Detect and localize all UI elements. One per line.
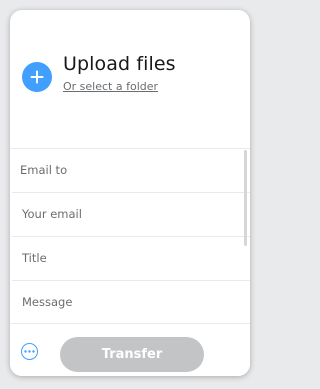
footer-bar: Transfer — [10, 323, 250, 376]
add-files-button[interactable] — [22, 62, 52, 92]
select-folder-link[interactable]: Or select a folder — [63, 80, 158, 93]
message-row — [12, 280, 250, 324]
transfer-panel: Upload files Or select a folder Transfer — [10, 10, 250, 376]
plus-icon — [30, 70, 44, 84]
message-input[interactable] — [22, 281, 232, 323]
upload-files-title: Upload files — [63, 53, 176, 75]
more-options-button[interactable] — [21, 343, 38, 360]
your-email-input[interactable] — [22, 193, 232, 235]
upload-area[interactable]: Upload files Or select a folder — [10, 10, 250, 148]
email-to-input[interactable] — [20, 149, 230, 191]
title-row — [12, 236, 250, 280]
transfer-button[interactable]: Transfer — [60, 337, 204, 372]
your-email-row — [12, 192, 250, 236]
title-input[interactable] — [22, 237, 232, 279]
transfer-form — [10, 148, 250, 324]
form-scrollbar[interactable] — [244, 150, 247, 246]
email-to-row — [10, 148, 250, 192]
more-options-icon — [24, 350, 35, 353]
